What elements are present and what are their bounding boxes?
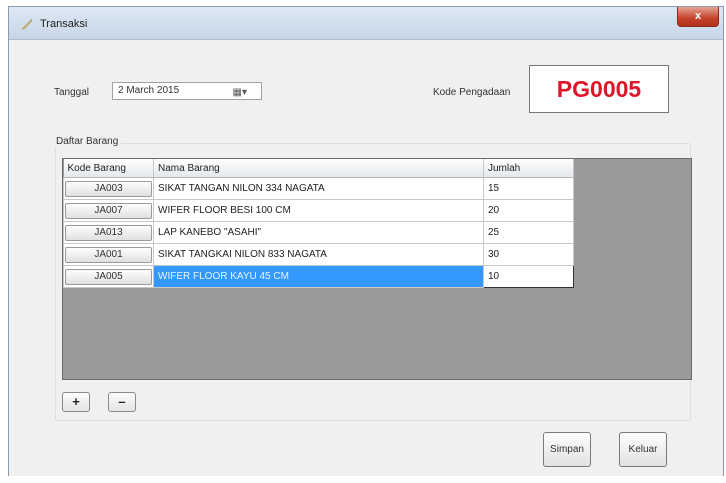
nama-barang-cell[interactable]: SIKAT TANGKAI NILON 833 NAGATA (153, 243, 484, 266)
keluar-button[interactable]: Keluar (619, 432, 667, 467)
table-row[interactable]: JA001 SIKAT TANGKAI NILON 833 NAGATA 30 (63, 243, 574, 266)
jumlah-cell[interactable]: 15 (483, 177, 574, 200)
column-header-nama[interactable]: Nama Barang (153, 159, 484, 178)
tanggal-datepicker[interactable]: 2 March 2015 ▦▾ (112, 82, 262, 100)
table-row-selected[interactable]: JA005 WIFER FLOOR KAYU 45 CM 10 (63, 265, 574, 288)
jumlah-cell[interactable]: 25 (483, 221, 574, 244)
kode-barang-button[interactable]: JA005 (65, 268, 152, 285)
calendar-dropdown-icon[interactable]: ▦▾ (233, 85, 247, 101)
nama-barang-cell[interactable]: WIFER FLOOR KAYU 45 CM (153, 265, 484, 288)
remove-row-button[interactable]: – (108, 392, 136, 412)
kode-pengadaan-value: PG0005 (529, 65, 669, 113)
table-row[interactable]: JA007 WIFER FLOOR BESI 100 CM 20 (63, 199, 574, 222)
kode-barang-button[interactable]: JA003 (65, 180, 152, 197)
kode-barang-button[interactable]: JA007 (65, 202, 152, 219)
jumlah-cell[interactable]: 30 (483, 243, 574, 266)
nama-barang-cell[interactable]: WIFER FLOOR BESI 100 CM (153, 199, 484, 222)
add-row-button[interactable]: + (62, 392, 90, 412)
kode-barang-button[interactable]: JA013 (65, 224, 152, 241)
tanggal-label: Tanggal (54, 87, 90, 98)
grid-header-row: Kode Barang Nama Barang Jumlah (63, 159, 574, 178)
daftar-barang-title: Daftar Barang (53, 136, 122, 147)
close-button[interactable]: x (677, 7, 719, 27)
form-client-area: Tanggal 2 March 2015 ▦▾ Kode Pengadaan P… (9, 40, 723, 476)
barang-grid[interactable]: Kode Barang Nama Barang Jumlah JA003 SIK… (62, 158, 692, 380)
table-row[interactable]: JA003 SIKAT TANGAN NILON 334 NAGATA 15 (63, 177, 574, 200)
table-row[interactable]: JA013 LAP KANEBO "ASAHI" 25 (63, 221, 574, 244)
title-bar: Transaksi x (9, 7, 723, 40)
window-title: Transaksi (40, 18, 88, 30)
kode-pengadaan-label: Kode Pengadaan (433, 87, 511, 98)
nama-barang-cell[interactable]: SIKAT TANGAN NILON 334 NAGATA (153, 177, 484, 200)
kode-barang-button[interactable]: JA001 (65, 246, 152, 263)
jumlah-cell[interactable]: 20 (483, 199, 574, 222)
transaksi-window: Transaksi x Tanggal 2 March 2015 ▦▾ Kode… (8, 6, 724, 476)
nama-barang-cell[interactable]: LAP KANEBO "ASAHI" (153, 221, 484, 244)
simpan-button[interactable]: Simpan (543, 432, 591, 467)
column-header-jumlah[interactable]: Jumlah (483, 159, 574, 178)
jumlah-cell-editing[interactable]: 10 (483, 265, 574, 288)
app-icon (21, 18, 33, 30)
tanggal-value: 2 March 2015 (118, 85, 180, 96)
column-header-kode[interactable]: Kode Barang (63, 159, 154, 178)
